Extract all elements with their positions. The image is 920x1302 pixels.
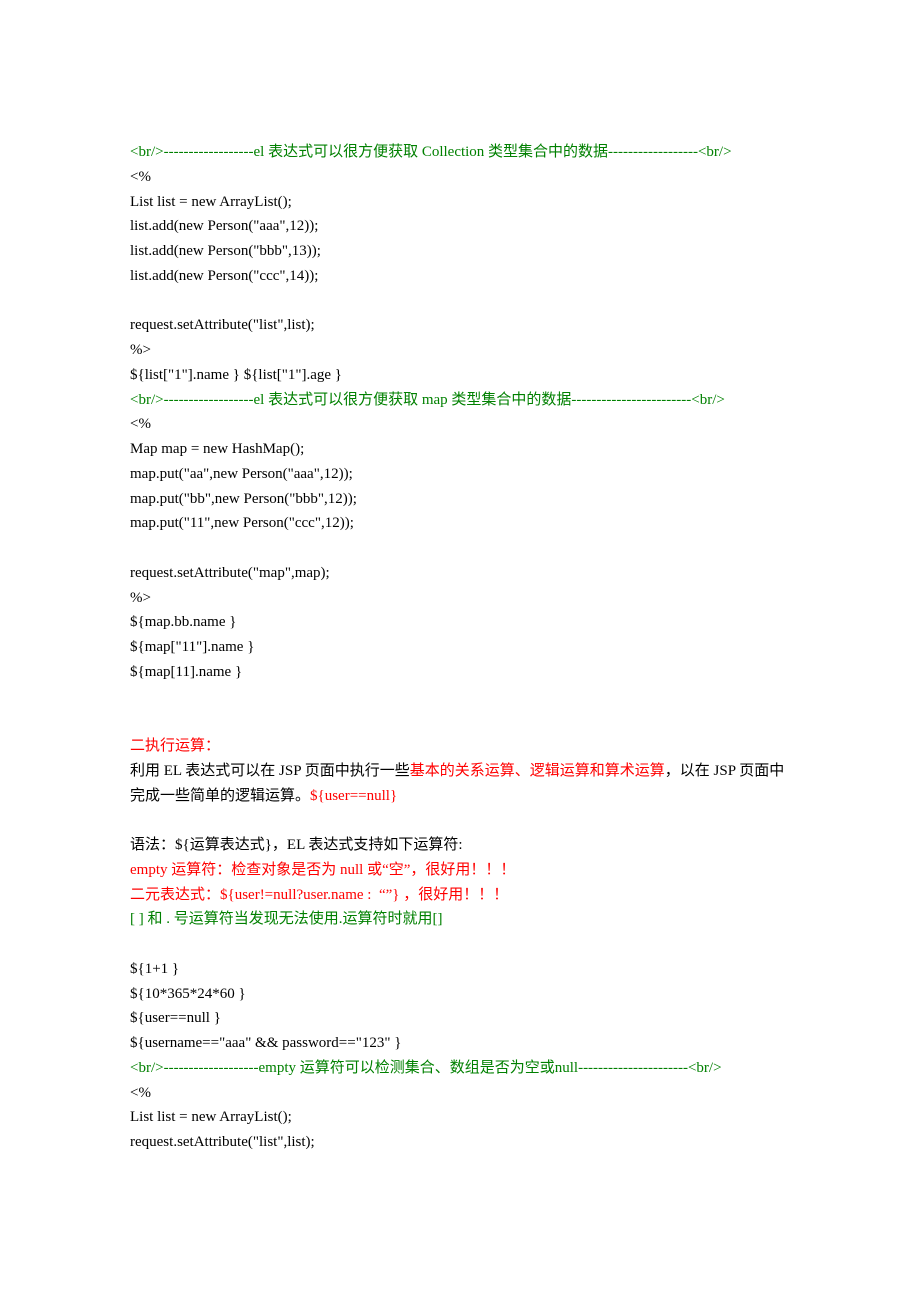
text-span: <br/>------------------el 表达式可以很方便获取 Col…: [130, 144, 732, 160]
code-line: [130, 932, 790, 957]
text-span: ${map["11"].name }: [130, 639, 254, 655]
code-line: list.add(new Person("ccc",14));: [130, 264, 790, 289]
code-line: List list = new ArrayList();: [130, 190, 790, 215]
code-line: %>: [130, 338, 790, 363]
text-span: [130, 713, 134, 729]
text-span: [130, 689, 134, 705]
document-page: <br/>------------------el 表达式可以很方便获取 Col…: [0, 0, 920, 1302]
text-span: 二元表达式：${user!=null?user.name : “”} ，很好用！…: [130, 887, 508, 903]
text-span: ${1+1 }: [130, 961, 179, 977]
code-line: map.put("bb",new Person("bbb",12));: [130, 487, 790, 512]
text-span: List list = new ArrayList();: [130, 1109, 292, 1125]
code-line: %>: [130, 586, 790, 611]
text-span: ${username=="aaa" && password=="123" }: [130, 1035, 401, 1051]
code-line: [ ] 和 . 号运算符当发现无法使用.运算符时就用[]: [130, 907, 790, 932]
code-line: <%: [130, 165, 790, 190]
code-line: List list = new ArrayList();: [130, 1105, 790, 1130]
code-line: request.setAttribute("list",list);: [130, 313, 790, 338]
text-span: 语法：${运算表达式}，EL 表达式支持如下运算符:: [130, 837, 463, 853]
text-span: 利用 EL 表达式可以在 JSP 页面中执行一些: [130, 763, 410, 779]
code-line: <%: [130, 1081, 790, 1106]
code-line: <br/>-------------------empty 运算符可以检测集合、…: [130, 1056, 790, 1081]
code-line: ${user==null }: [130, 1006, 790, 1031]
text-span: <%: [130, 1085, 151, 1101]
code-line: map.put("aa",new Person("aaa",12));: [130, 462, 790, 487]
code-line: <br/>------------------el 表达式可以很方便获取 Col…: [130, 140, 790, 165]
code-line: ${list["1"].name } ${list["1"].age }: [130, 363, 790, 388]
text-span: map.put("11",new Person("ccc",12));: [130, 515, 354, 531]
code-line: [130, 709, 790, 734]
code-line: list.add(new Person("bbb",13));: [130, 239, 790, 264]
code-line: ${1+1 }: [130, 957, 790, 982]
text-span: request.setAttribute("map",map);: [130, 565, 330, 581]
code-line: [130, 289, 790, 314]
text-span: [130, 293, 134, 309]
code-line: request.setAttribute("list",list);: [130, 1130, 790, 1155]
code-line: [130, 536, 790, 561]
text-span: [130, 540, 134, 556]
text-span: list.add(new Person("aaa",12));: [130, 218, 318, 234]
text-span: ${user==null}: [310, 788, 397, 804]
code-line: ${10*365*24*60 }: [130, 982, 790, 1007]
text-span: map.put("bb",new Person("bbb",12));: [130, 491, 357, 507]
code-line: 二元表达式：${user!=null?user.name : “”} ，很好用！…: [130, 883, 790, 908]
text-span: ${map[11].name }: [130, 664, 242, 680]
text-span: ${user==null }: [130, 1010, 221, 1026]
text-span: Map map = new HashMap();: [130, 441, 304, 457]
text-span: %>: [130, 590, 151, 606]
text-span: ${10*365*24*60 }: [130, 986, 246, 1002]
code-line: empty 运算符：检查对象是否为 null 或“空”，很好用！！！: [130, 858, 790, 883]
code-line: map.put("11",new Person("ccc",12));: [130, 511, 790, 536]
code-line: list.add(new Person("aaa",12));: [130, 214, 790, 239]
text-span: <br/>------------------el 表达式可以很方便获取 map…: [130, 392, 725, 408]
code-line: request.setAttribute("map",map);: [130, 561, 790, 586]
text-span: 基本的关系运算、逻辑运算和算术运算: [410, 763, 665, 779]
text-span: [130, 936, 134, 952]
code-line: ${map["11"].name }: [130, 635, 790, 660]
code-line: <%: [130, 412, 790, 437]
code-line: [130, 685, 790, 710]
text-span: 二执行运算：: [130, 738, 220, 754]
text-span: <%: [130, 416, 151, 432]
text-span: <br/>-------------------empty 运算符可以检测集合、…: [130, 1060, 722, 1076]
text-span: empty 运算符：检查对象是否为 null 或“空”，很好用！！！: [130, 862, 515, 878]
code-line: 利用 EL 表达式可以在 JSP 页面中执行一些基本的关系运算、逻辑运算和算术运…: [130, 759, 790, 809]
text-span: ${list["1"].name } ${list["1"].age }: [130, 367, 342, 383]
text-span: [ ] 和 . 号运算符当发现无法使用.运算符时就用[]: [130, 911, 442, 927]
code-line: ${map.bb.name }: [130, 610, 790, 635]
code-line: 语法：${运算表达式}，EL 表达式支持如下运算符:: [130, 833, 790, 858]
code-line: ${username=="aaa" && password=="123" }: [130, 1031, 790, 1056]
text-span: list.add(new Person("ccc",14));: [130, 268, 318, 284]
text-span: request.setAttribute("list",list);: [130, 1134, 315, 1150]
text-span: %>: [130, 342, 151, 358]
code-line: [130, 808, 790, 833]
text-span: list.add(new Person("bbb",13));: [130, 243, 321, 259]
code-line: ${map[11].name }: [130, 660, 790, 685]
code-line: 二执行运算：: [130, 734, 790, 759]
text-span: map.put("aa",new Person("aaa",12));: [130, 466, 353, 482]
text-span: request.setAttribute("list",list);: [130, 317, 315, 333]
text-span: ${map.bb.name }: [130, 614, 236, 630]
text-span: List list = new ArrayList();: [130, 194, 292, 210]
code-line: Map map = new HashMap();: [130, 437, 790, 462]
text-span: [130, 812, 134, 828]
text-span: <%: [130, 169, 151, 185]
code-line: <br/>------------------el 表达式可以很方便获取 map…: [130, 388, 790, 413]
